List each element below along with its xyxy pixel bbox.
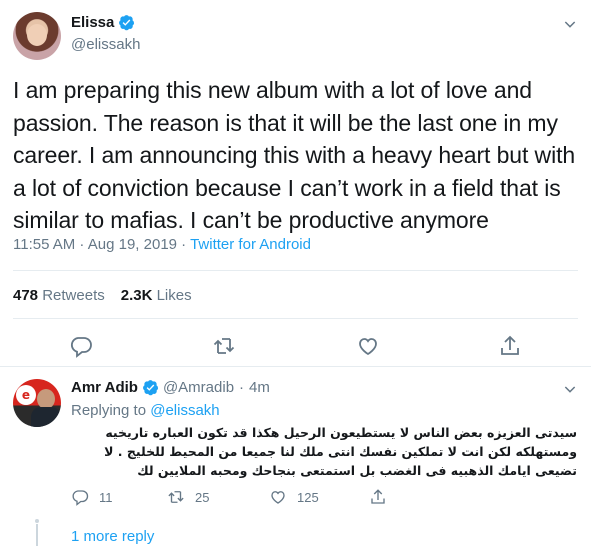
replying-prefix: Replying to <box>71 402 147 419</box>
retweets-count: 478 <box>13 287 39 304</box>
reply-author-name[interactable]: Amr Adib <box>71 379 138 396</box>
channel-logo: e <box>16 385 36 405</box>
author-name-row[interactable]: Elissa <box>71 14 135 31</box>
more-replies-link[interactable]: 1 more reply <box>71 528 154 545</box>
reply-tweet[interactable]: e Amr Adib @Amradib · 4m Replying to @el… <box>0 367 591 554</box>
reply-icon[interactable] <box>69 334 93 358</box>
divider <box>13 270 578 271</box>
share-button[interactable] <box>369 488 387 506</box>
chevron-down-icon[interactable] <box>562 16 578 32</box>
author-name[interactable]: Elissa <box>71 14 114 31</box>
reply-text: سيدتى العزيزه بعض الناس لا يستطيعون الرح… <box>104 425 577 478</box>
verified-badge-icon <box>143 380 159 396</box>
chevron-down-icon[interactable] <box>562 381 578 397</box>
like-button[interactable]: 125 <box>269 488 319 506</box>
replying-to: Replying to @elissakh <box>71 402 220 419</box>
likes-stat[interactable]: 2.3K Likes <box>121 287 192 304</box>
reply-author-avatar[interactable]: e <box>13 379 61 427</box>
replying-handle-link[interactable]: @elissakh <box>150 402 219 419</box>
likes-label: Likes <box>156 287 192 304</box>
tweet-meta: 11:55 AM · Aug 19, 2019 · Twitter for An… <box>13 236 311 253</box>
tweet-text: I am preparing this new album with a lot… <box>13 77 576 233</box>
reply-header: Amr Adib @Amradib · 4m <box>71 379 270 396</box>
reply-button[interactable]: 11 <box>71 488 113 506</box>
author-avatar[interactable] <box>13 12 61 60</box>
reply-actions: 11 25 125 <box>0 488 591 508</box>
retweet-button[interactable]: 25 <box>167 488 209 506</box>
thread-dot <box>35 519 39 523</box>
like-icon[interactable] <box>356 334 380 358</box>
tweet-source-link[interactable]: Twitter for Android <box>190 236 311 253</box>
verified-badge-icon <box>119 15 135 31</box>
tweet-stats: 478 Retweets 2.3K Likes <box>13 287 192 304</box>
reply-age[interactable]: 4m <box>249 379 270 396</box>
tweet-actions <box>0 334 591 358</box>
tweet-timestamp[interactable]: 11:55 AM · Aug 19, 2019 · <box>13 236 186 253</box>
reply-separator: · <box>239 379 245 396</box>
retweet-icon <box>168 491 184 503</box>
share-icon[interactable] <box>498 334 522 358</box>
reply-count: 11 <box>99 489 113 505</box>
share-icon <box>371 489 385 504</box>
retweet-count: 25 <box>195 489 210 505</box>
thread-line <box>36 524 38 546</box>
main-tweet: Elissa @elissakh I am preparing this new… <box>0 0 591 366</box>
retweets-stat[interactable]: 478 Retweets <box>13 287 105 304</box>
like-count: 125 <box>297 489 319 505</box>
retweet-icon[interactable] <box>212 334 236 358</box>
retweets-label: Retweets <box>42 287 105 304</box>
divider <box>13 318 578 319</box>
like-icon <box>271 491 285 504</box>
reply-icon <box>72 490 89 506</box>
author-handle[interactable]: @elissakh <box>71 36 140 53</box>
likes-count: 2.3K <box>120 287 153 304</box>
reply-author-handle[interactable]: @Amradib <box>163 379 234 396</box>
